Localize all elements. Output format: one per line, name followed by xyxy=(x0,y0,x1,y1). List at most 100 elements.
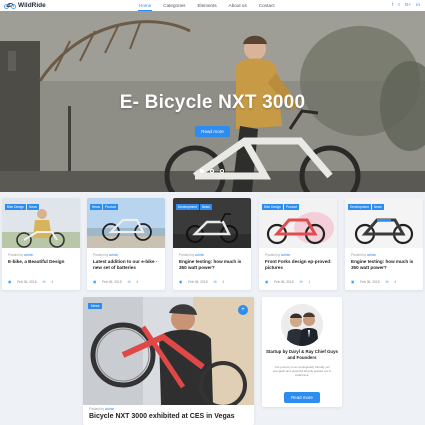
google-plus-icon[interactable]: G+ xyxy=(405,3,412,8)
calendar-icon: ▣ xyxy=(265,280,269,284)
post-title[interactable]: E-bike, a Beautiful Design xyxy=(8,259,76,265)
post-date: Feb 06, 2018 xyxy=(188,280,208,284)
post-tag[interactable]: Bike Design xyxy=(262,204,284,210)
slider-dot-2[interactable] xyxy=(210,169,214,173)
post-tag[interactable]: News xyxy=(199,204,212,210)
author-link[interactable]: admin xyxy=(109,253,118,257)
calendar-icon: ▣ xyxy=(8,280,12,284)
post-tag[interactable]: Development xyxy=(176,204,199,210)
comment-icon: ✉ xyxy=(213,280,217,284)
nav-categories[interactable]: Categories xyxy=(162,1,186,10)
page: WildRide Home Categories Elements About … xyxy=(0,0,425,425)
author-link[interactable]: admin xyxy=(24,253,33,257)
founders-avatar xyxy=(281,304,323,346)
author-link[interactable]: admin xyxy=(367,253,376,257)
main-nav: Home Categories Elements About us Contac… xyxy=(138,0,276,11)
bicycle-logo-icon xyxy=(4,3,16,9)
twitter-icon[interactable]: t xyxy=(398,3,399,8)
post-author: Posted by admin xyxy=(265,253,291,257)
calendar-icon: ▣ xyxy=(351,280,355,284)
nav-contact[interactable]: Contact xyxy=(258,1,276,10)
hero-slider: E- Bicycle NXT 3000 Read more xyxy=(0,11,425,192)
featured-post-title[interactable]: Bicycle NXT 3000 exhibited at CES in Veg… xyxy=(89,413,235,420)
logo[interactable]: WildRide xyxy=(4,2,46,9)
logo-text: WildRide xyxy=(18,2,46,9)
post-tag[interactable]: Product xyxy=(102,204,118,210)
hero-read-more-button[interactable]: Read more xyxy=(195,126,230,137)
post-author: Posted by admin xyxy=(351,253,377,257)
nav-elements[interactable]: Elements xyxy=(196,1,217,10)
post-date: Feb 06, 2018 xyxy=(274,280,294,284)
post-image[interactable]: Bike Design News xyxy=(2,198,80,248)
slider-dots xyxy=(200,169,224,173)
about-read-more-button[interactable]: Read more xyxy=(284,392,320,403)
post-cards: Bike Design News Posted by admin E-bike,… xyxy=(0,198,425,290)
post-date: Feb 06, 2018 xyxy=(102,280,122,284)
post-meta: ▣ Feb 06, 2018 ✉ 4 xyxy=(351,280,419,284)
post-card[interactable]: Bike Design News Posted by admin E-bike,… xyxy=(2,198,80,290)
about-founders-card: Startup by Daryl & Ray Chief Guys and Fo… xyxy=(262,297,342,407)
post-tags: Bike Design News xyxy=(5,204,39,210)
post-tag[interactable]: News xyxy=(371,204,384,210)
post-tag[interactable]: Development xyxy=(348,204,371,210)
comment-icon: ✉ xyxy=(299,280,303,284)
post-tag[interactable]: Bike Design xyxy=(5,204,27,210)
post-title[interactable]: Engine testing: how much is 350 watt pow… xyxy=(351,259,419,271)
featured-post-image[interactable]: News + xyxy=(83,297,254,405)
featured-post-tag[interactable]: News xyxy=(88,303,103,309)
play-icon[interactable]: + xyxy=(238,305,248,315)
top-header: WildRide Home Categories Elements About … xyxy=(0,0,425,11)
post-card[interactable]: Bike Design Product Posted by admin Fron… xyxy=(259,198,337,290)
about-title: Startup by Daryl & Ray Chief Guys and Fo… xyxy=(266,349,338,360)
comment-count: 4 xyxy=(222,280,225,284)
post-title[interactable]: Latest addition to our e-bike - new set … xyxy=(93,259,161,271)
social-links: f t G+ in xyxy=(392,0,420,11)
post-tag[interactable]: Product xyxy=(284,204,300,210)
comment-count: 4 xyxy=(51,280,54,284)
comment-icon: ✉ xyxy=(385,280,389,284)
post-author: Posted by admin xyxy=(179,253,205,257)
comment-icon: ✉ xyxy=(42,280,46,284)
author-link[interactable]: admin xyxy=(195,253,204,257)
comment-count: 1 xyxy=(308,280,311,284)
post-author: Posted by admin xyxy=(8,253,34,257)
post-tags: Development News xyxy=(348,204,384,210)
post-meta: ▣ Feb 06, 2018 ✉ 4 xyxy=(8,280,76,284)
post-meta: ▣ Feb 06, 2018 ✉ 4 xyxy=(179,280,247,284)
post-date: Feb 06, 2018 xyxy=(360,280,380,284)
linkedin-icon[interactable]: in xyxy=(416,3,420,8)
post-date: Feb 06, 2018 xyxy=(17,280,37,284)
post-tags: Development News xyxy=(176,204,212,210)
nav-about-us[interactable]: About us xyxy=(228,1,248,10)
post-meta: ▣ Feb 06, 2018 ✉ 4 xyxy=(93,280,161,284)
post-title[interactable]: Front Forks design ep-proved: pictures xyxy=(265,259,333,271)
post-image[interactable]: News Product xyxy=(87,198,165,248)
slider-dot-1[interactable] xyxy=(200,169,204,173)
nav-home[interactable]: Home xyxy=(138,1,153,11)
post-tags: News Product xyxy=(90,204,118,210)
post-image[interactable]: Development News xyxy=(173,198,251,248)
author-link[interactable]: admin xyxy=(105,407,114,411)
post-tag[interactable]: News xyxy=(90,204,102,210)
comment-count: 4 xyxy=(136,280,139,284)
comment-icon: ✉ xyxy=(127,280,131,284)
slider-dot-3[interactable] xyxy=(220,169,224,173)
featured-post-author: Posted by admin xyxy=(89,407,115,411)
comment-count: 4 xyxy=(394,280,397,284)
post-card[interactable]: Development News Posted by admin Engine … xyxy=(173,198,251,290)
post-meta: ▣ Feb 06, 2018 ✉ 1 xyxy=(265,280,333,284)
post-card[interactable]: News Product Posted by admin Latest addi… xyxy=(87,198,165,290)
hero-title: E- Bicycle NXT 3000 xyxy=(119,92,306,113)
calendar-icon: ▣ xyxy=(93,280,97,284)
featured-post-card[interactable]: News + Posted by admin Bicycle NXT 3000 … xyxy=(83,297,254,425)
author-link[interactable]: admin xyxy=(281,253,290,257)
calendar-icon: ▣ xyxy=(179,280,183,284)
post-tags: Bike Design Product xyxy=(262,204,300,210)
facebook-icon[interactable]: f xyxy=(392,3,393,8)
post-card[interactable]: Development News Posted by admin Engine … xyxy=(345,198,423,290)
about-description: Our journey to an ecologically friendly … xyxy=(272,365,332,378)
post-image[interactable]: Bike Design Product xyxy=(259,198,337,248)
post-title[interactable]: Engine testing: how much is 350 watt pow… xyxy=(179,259,247,271)
post-image[interactable]: Development News xyxy=(345,198,423,248)
post-tag[interactable]: News xyxy=(27,204,39,210)
